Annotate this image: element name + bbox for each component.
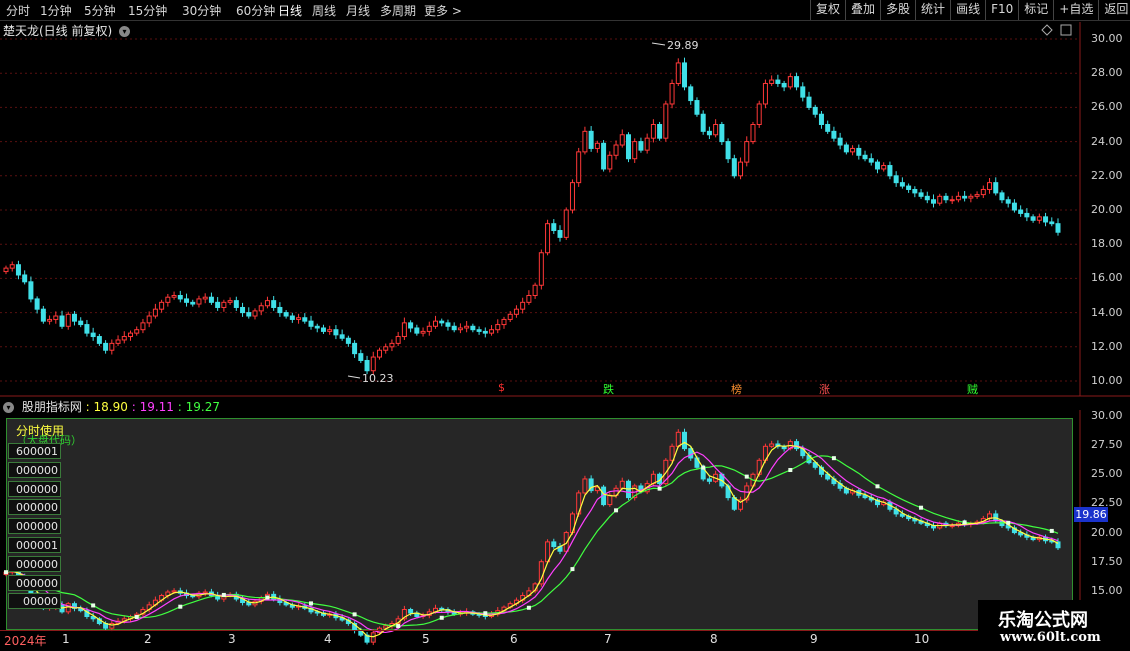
month-tick: 6 <box>510 632 518 646</box>
indicator-y-tick: 17.50 <box>1091 554 1123 568</box>
month-tick: 1 <box>62 632 70 646</box>
sub-marker <box>309 601 314 606</box>
ma-line-2 <box>5 445 1059 634</box>
sub-marker <box>701 465 706 470</box>
sub-marker <box>396 624 401 629</box>
code-row[interactable]: 000000 <box>8 480 61 497</box>
sub-marker <box>1049 528 1054 533</box>
watermark-line-1: 乐淘公式网 <box>998 610 1088 631</box>
sub-marker <box>221 592 226 597</box>
sub-marker <box>134 614 139 619</box>
sub-marker <box>962 520 967 525</box>
code-row[interactable]: 00000 <box>8 593 61 610</box>
month-tick: 2 <box>144 632 152 646</box>
indicator-y-tick: 27.50 <box>1091 438 1123 452</box>
month-tick: 5 <box>422 632 430 646</box>
code-row[interactable]: 000000 <box>8 461 61 478</box>
sub-marker <box>352 612 357 617</box>
ma-line-1 <box>5 441 1059 638</box>
month-tick: 7 <box>604 632 612 646</box>
indicator-canvas <box>3 428 1061 646</box>
current-price-tag: 19.86 <box>1074 507 1108 522</box>
code-row[interactable]: 000000 <box>8 499 61 516</box>
sub-marker <box>875 484 880 489</box>
x-axis <box>0 630 1130 651</box>
code-row[interactable]: 000000 <box>8 574 61 591</box>
sub-marker <box>657 486 662 491</box>
sub-marker <box>178 604 183 609</box>
sub-candle-body <box>65 603 71 613</box>
watermark: 乐淘公式网 www.60lt.com <box>978 600 1130 650</box>
sub-candle-body <box>769 443 775 447</box>
sub-marker <box>91 603 96 608</box>
sub-candle-body <box>619 480 625 489</box>
sub-candle-body <box>582 478 588 494</box>
month-tick: 9 <box>810 632 818 646</box>
sub-marker <box>831 456 836 461</box>
watermark-line-2: www.60lt.com <box>1000 630 1101 645</box>
indicator-y-tick: 20.00 <box>1091 525 1123 539</box>
sub-marker <box>483 611 488 616</box>
sub-marker <box>614 508 619 513</box>
month-tick: 10 <box>914 632 930 646</box>
sub-marker <box>439 615 444 620</box>
month-tick: 8 <box>710 632 718 646</box>
month-tick: 3 <box>228 632 236 646</box>
month-tick: 4 <box>324 632 332 646</box>
sub-marker <box>1006 520 1011 525</box>
sub-candle-body <box>551 541 557 548</box>
indicator-y-tick: 30.00 <box>1091 409 1123 422</box>
sub-candle-body <box>675 431 681 447</box>
sub-marker <box>570 567 575 572</box>
sub-candle-body <box>607 494 613 506</box>
code-row[interactable]: 600001 <box>8 443 61 459</box>
sub-candle-body <box>171 590 177 593</box>
year-label: 2024年 <box>4 634 47 648</box>
sub-marker <box>744 474 749 479</box>
sub-candle-body <box>682 431 688 450</box>
sub-marker <box>919 505 924 510</box>
indicator-y-tick: 25.00 <box>1091 467 1123 481</box>
code-row[interactable]: 000000 <box>8 518 61 535</box>
sub-marker <box>265 595 270 600</box>
sub-candle-body <box>408 609 414 614</box>
sub-candle-body <box>706 478 712 482</box>
indicator-y-tick: 15.00 <box>1091 583 1123 597</box>
sub-marker <box>526 605 531 610</box>
code-row[interactable]: 000000 <box>8 555 61 572</box>
sub-candle-body <box>794 441 800 450</box>
code-row[interactable]: 000001 <box>8 537 61 553</box>
sub-marker <box>788 468 793 473</box>
